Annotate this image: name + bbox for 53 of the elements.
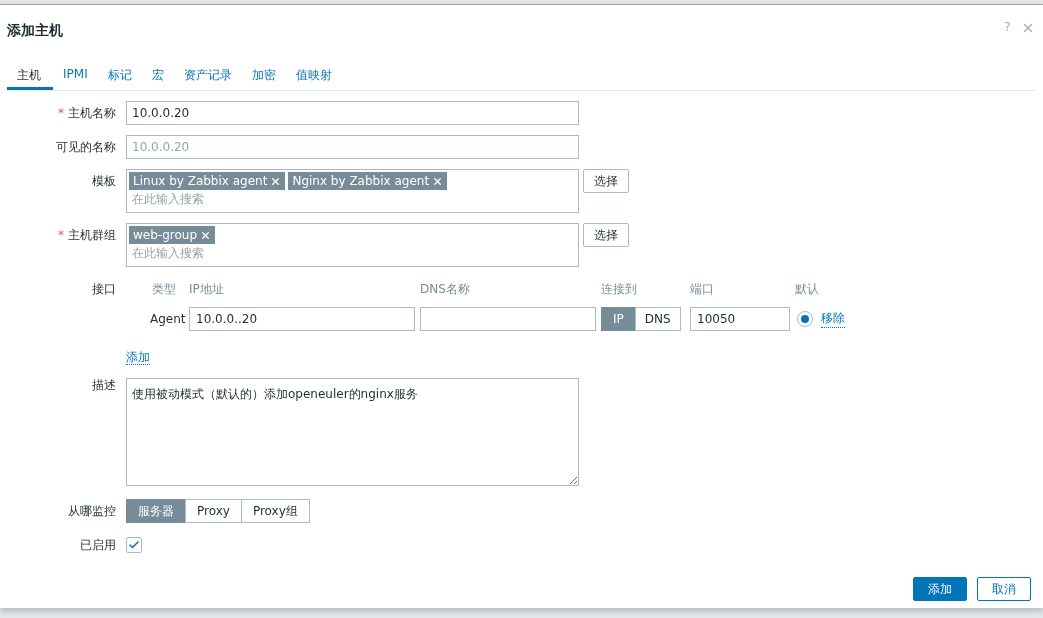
required-mark: * [58,228,64,242]
add-button[interactable]: 添加 [913,577,967,601]
enabled-checkbox[interactable] [126,537,142,553]
label-text: 主机群组 [68,228,116,242]
add-interface-link[interactable]: 添加 [126,350,150,365]
tag: Linux by Zabbix agent [129,172,286,190]
column-header: 连接到 [601,281,638,298]
tab[interactable]: 宏 [141,61,174,90]
interface-type: Agent [150,312,184,326]
connect-option[interactable]: DNS [634,307,681,331]
label-text: 模板 [92,174,116,188]
connect-option[interactable]: IP [601,307,636,331]
required-mark: * [58,106,64,120]
field-label: 描述 [91,378,116,394]
label-text: 可见的名称 [56,140,116,154]
tab[interactable]: 标记 [97,61,142,90]
remove-icon[interactable] [270,175,282,187]
field-label: 从哪监控 [67,503,116,520]
description-field[interactable]: 使用被动模式（默认的）添加openeuler的nginx服务 [126,378,579,486]
visible-name-field[interactable]: 10.0.0.20 [126,135,579,159]
select-button[interactable]: 选择 [583,223,629,247]
column-header: 默认 [795,281,820,298]
tab[interactable]: 加密 [241,61,286,90]
monitor-option[interactable]: Proxy [185,499,242,523]
tag: web-group [129,226,215,244]
monitor-option[interactable]: Proxy组 [240,499,310,523]
tab[interactable]: 主机 [7,61,53,90]
remove-link[interactable]: 移除 [821,310,845,328]
port-field[interactable]: 10050 [690,307,790,331]
column-header: 端口 [690,281,715,298]
remove-icon[interactable] [200,229,211,241]
cancel-button[interactable]: 取消 [977,577,1031,601]
dns-field[interactable] [420,307,596,331]
ip-field[interactable]: 10.0.0..20 [189,307,415,331]
multiselect-field[interactable]: Linux by Zabbix agent Nginx by Zabbix agent 在此输入搜索 [126,169,579,213]
column-header: IP地址 [189,281,225,298]
column-header: 类型 [152,281,177,298]
tag: Nginx by Zabbix agent [288,172,448,190]
column-header: DNS名称 [420,281,471,298]
tab[interactable]: 值映射 [285,61,342,90]
checkmark-icon [128,539,140,551]
host-name-field[interactable]: 10.0.0.20 [126,101,579,125]
close-icon[interactable] [1021,21,1035,35]
remove-icon[interactable] [432,175,444,187]
tab[interactable]: IPMI [53,61,98,90]
tab[interactable]: 资产记录 [173,61,242,90]
label-text: 主机名称 [68,106,116,120]
multiselect-field[interactable]: web-group 在此输入搜索 [126,223,579,267]
monitor-option[interactable]: 服务器 [126,499,186,523]
field-label: 已启用 [79,537,116,554]
select-button[interactable]: 选择 [583,169,629,193]
dialog-title: 添加主机 [7,22,64,40]
field-label: 接口 [91,281,116,298]
